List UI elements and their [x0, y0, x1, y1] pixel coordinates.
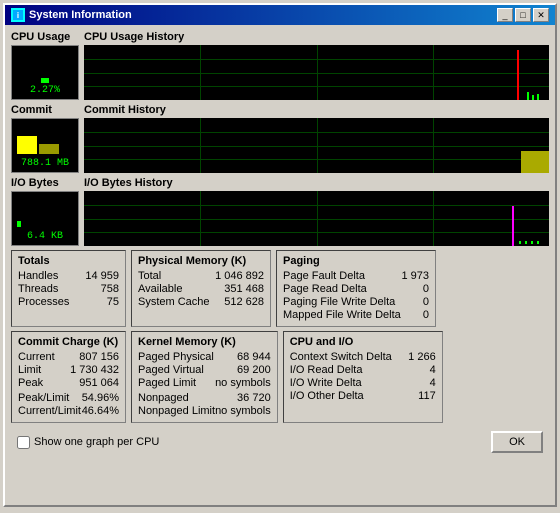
cc-peak-limit-label: Peak/Limit — [18, 392, 69, 404]
paged-physical-value: 68 944 — [237, 351, 271, 363]
io-history-graph — [84, 191, 549, 246]
cc-peak-limit-value: 54.96% — [82, 392, 119, 404]
window-title: System Information — [29, 9, 132, 21]
commit-label: Commit — [11, 104, 79, 116]
totals-panel: Totals Handles 14 959 Threads 758 Proces… — [11, 250, 126, 327]
show-one-graph-label[interactable]: Show one graph per CPU — [34, 436, 159, 448]
handles-label: Handles — [18, 270, 58, 282]
cc-current-limit-label: Current/Limit — [18, 405, 81, 417]
io-bytes-gauge: 6.4 KB — [11, 191, 79, 246]
io-history-label: I/O Bytes History — [84, 177, 549, 189]
title-buttons: _ □ ✕ — [497, 8, 549, 22]
nonpaged-value: 36 720 — [237, 392, 271, 404]
total-value: 1 046 892 — [215, 270, 264, 282]
mapped-label: Mapped File Write Delta — [283, 309, 401, 321]
threads-label: Threads — [18, 283, 58, 295]
io-bytes-label: I/O Bytes — [11, 177, 79, 189]
title-bar: i System Information _ □ ✕ — [5, 5, 555, 25]
paging-write-label: Paging File Write Delta — [283, 296, 395, 308]
paging-title: Paging — [283, 255, 429, 267]
io-other-label: I/O Other Delta — [290, 390, 364, 402]
handles-value: 14 959 — [85, 270, 119, 282]
totals-title: Totals — [18, 255, 119, 267]
paged-limit-label: Paged Limit — [138, 377, 196, 389]
physical-memory-panel: Physical Memory (K) Total 1 046 892 Avai… — [131, 250, 271, 327]
io-read-value: 4 — [430, 364, 436, 376]
show-one-graph-checkbox[interactable] — [17, 436, 30, 449]
cpu-io-panel: CPU and I/O Context Switch Delta 1 266 I… — [283, 331, 443, 423]
io-write-label: I/O Write Delta — [290, 377, 362, 389]
cc-current-value: 807 156 — [79, 351, 119, 363]
mapped-value: 0 — [423, 309, 429, 321]
threads-value: 758 — [101, 283, 119, 295]
cc-current-label: Current — [18, 351, 55, 363]
commit-value: 788.1 MB — [21, 158, 69, 169]
physical-memory-title: Physical Memory (K) — [138, 255, 264, 267]
commit-charge-title: Commit Charge (K) — [18, 336, 119, 348]
nonpaged-limit-value: no symbols — [215, 405, 271, 417]
cache-label: System Cache — [138, 296, 210, 308]
bottom-bar: Show one graph per CPU OK — [11, 427, 549, 457]
paging-write-value: 0 — [423, 296, 429, 308]
nonpaged-limit-label: Nonpaged Limit — [138, 405, 215, 417]
commit-history-label: Commit History — [84, 104, 549, 116]
paged-virtual-value: 69 200 — [237, 364, 271, 376]
commit-charge-panel: Commit Charge (K) Current 807 156 Limit … — [11, 331, 126, 423]
cpu-history-graph — [84, 45, 549, 100]
minimize-button[interactable]: _ — [497, 8, 513, 22]
paged-limit-value: no symbols — [215, 377, 271, 389]
io-write-value: 4 — [430, 377, 436, 389]
cc-peak-value: 951 064 — [79, 377, 119, 389]
kernel-memory-panel: Kernel Memory (K) Paged Physical 68 944 … — [131, 331, 278, 423]
io-read-label: I/O Read Delta — [290, 364, 363, 376]
page-fault-label: Page Fault Delta — [283, 270, 365, 282]
cpu-usage-value: 2.27% — [30, 85, 60, 96]
close-button[interactable]: ✕ — [533, 8, 549, 22]
context-switch-label: Context Switch Delta — [290, 351, 392, 363]
ok-button[interactable]: OK — [491, 431, 543, 453]
nonpaged-label: Nonpaged — [138, 392, 189, 404]
available-label: Available — [138, 283, 182, 295]
processes-label: Processes — [18, 296, 69, 308]
paged-physical-label: Paged Physical — [138, 351, 214, 363]
page-read-value: 0 — [423, 283, 429, 295]
io-bytes-value: 6.4 KB — [27, 231, 63, 242]
paging-panel: Paging Page Fault Delta 1 973 Page Read … — [276, 250, 436, 327]
maximize-button[interactable]: □ — [515, 8, 531, 22]
cache-value: 512 628 — [224, 296, 264, 308]
paged-virtual-label: Paged Virtual — [138, 364, 204, 376]
processes-value: 75 — [107, 296, 119, 308]
window-icon: i — [11, 8, 25, 22]
page-fault-value: 1 973 — [401, 270, 429, 282]
commit-history-graph — [84, 118, 549, 173]
kernel-memory-title: Kernel Memory (K) — [138, 336, 271, 348]
cc-peak-label: Peak — [18, 377, 43, 389]
total-label: Total — [138, 270, 161, 282]
available-value: 351 468 — [224, 283, 264, 295]
cpu-usage-gauge: 2.27% — [11, 45, 79, 100]
commit-gauge: 788.1 MB — [11, 118, 79, 173]
context-switch-value: 1 266 — [408, 351, 436, 363]
cpu-io-title: CPU and I/O — [290, 336, 436, 348]
cc-limit-label: Limit — [18, 364, 41, 376]
page-read-label: Page Read Delta — [283, 283, 367, 295]
svg-text:i: i — [17, 11, 19, 20]
cpu-usage-label: CPU Usage — [11, 31, 79, 43]
cpu-history-label: CPU Usage History — [84, 31, 549, 43]
cc-limit-value: 1 730 432 — [70, 364, 119, 376]
io-other-value: 117 — [418, 390, 436, 402]
cc-current-limit-value: 46.64% — [82, 405, 119, 417]
